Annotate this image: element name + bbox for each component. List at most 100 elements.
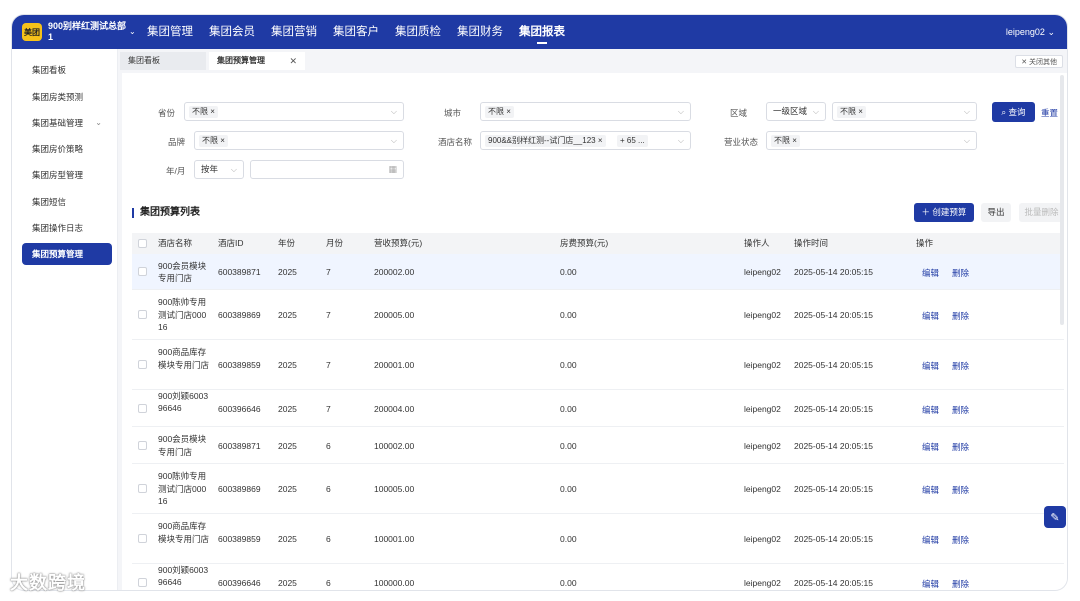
nav-item-3[interactable]: 集团客户 [325, 15, 387, 49]
table-row[interactable]: 900商品库存模块专用门店 600389859 2025 7 200001.00 0.00… [132, 340, 1064, 390]
sidebar-item-0[interactable]: 集团看板 [22, 59, 112, 81]
edit-link[interactable]: 编辑 [922, 267, 939, 279]
tab-dashboard[interactable]: 集团看板 [120, 52, 206, 70]
edit-link[interactable]: 编辑 [922, 310, 939, 322]
nav-item-0[interactable]: 集团管理 [139, 15, 201, 49]
operation-time-cell: 2025-05-14 20:05:15 [794, 484, 873, 494]
user-menu[interactable]: leipeng02 ⌄ [1006, 15, 1055, 49]
row-checkbox[interactable] [138, 360, 147, 369]
month-cell: 7 [326, 360, 331, 370]
delete-link[interactable]: 删除 [952, 534, 969, 546]
year-month-mode-select[interactable]: 按年 ⌵ [194, 160, 244, 179]
sidebar-item-4[interactable]: 集团房型管理 [22, 164, 112, 186]
edit-link[interactable]: 编辑 [922, 484, 939, 496]
close-icon[interactable]: × [220, 136, 225, 145]
revenue-budget-cell: 200005.00 [374, 310, 415, 320]
delete-link[interactable]: 删除 [952, 310, 969, 322]
chevron-down-icon[interactable]: ⌄ [95, 112, 102, 134]
row-checkbox[interactable] [138, 577, 147, 587]
delete-link[interactable]: 删除 [952, 484, 969, 496]
export-button[interactable]: 导出 [981, 203, 1011, 222]
close-icon[interactable]: × [792, 136, 797, 145]
sidebar-item-6[interactable]: 集团操作日志 [22, 217, 112, 239]
delete-link[interactable]: 删除 [952, 441, 969, 453]
edit-link[interactable]: 编辑 [922, 360, 939, 372]
reset-button[interactable]: 重置 [1041, 107, 1058, 119]
nav-item-6[interactable]: 集团报表 [511, 15, 573, 49]
row-checkbox[interactable] [138, 267, 147, 276]
sidebar-item-label: 集团短信 [32, 197, 67, 207]
sidebar-item-2[interactable]: 集团基础管理 ⌄ [22, 112, 112, 134]
row-checkbox[interactable] [138, 310, 147, 319]
edit-link[interactable]: 编辑 [922, 441, 939, 453]
main-nav: 集团管理 集团会员 集团营销 集团客户 集团质检 集团财务 集团报表 [139, 15, 573, 49]
region-level-select[interactable]: 一级区域 ⌵ [766, 102, 826, 121]
region-select[interactable]: 不限 × ⌵ [832, 102, 977, 121]
sidebar-item-label: 集团房价策略 [32, 144, 84, 154]
chevron-down-icon[interactable]: ⌄ [129, 27, 136, 36]
delete-link[interactable]: 删除 [952, 578, 969, 590]
table-row[interactable]: 900会员模块专用门店 600389871 2025 7 200002.00 0.00 le… [132, 254, 1064, 290]
brand-select[interactable]: 不限 × ⌵ [194, 131, 404, 150]
status-tag: 不限 × [771, 135, 800, 147]
date-picker[interactable]: ▦ [250, 160, 404, 179]
table-row[interactable]: 900刘颖600396646 600396646 2025 7 200004.00 0.0… [132, 390, 1064, 427]
feedback-icon[interactable]: ✎ [1044, 506, 1066, 528]
revenue-budget-cell: 200002.00 [374, 267, 415, 277]
room-budget-cell: 0.00 [560, 310, 577, 320]
create-budget-button[interactable]: ＋ 创建预算 [914, 203, 974, 222]
close-icon[interactable]: × [210, 107, 215, 116]
edit-link[interactable]: 编辑 [922, 404, 939, 416]
city-select[interactable]: 不限 × ⌵ [480, 102, 691, 121]
table-row[interactable]: 900刘颖600396646 600396646 2025 6 100000.00 0.0… [132, 564, 1064, 590]
hotel-more-tag[interactable]: + 65 ... [617, 135, 648, 147]
username[interactable]: leipeng02 [1006, 27, 1045, 37]
row-checkbox[interactable] [138, 484, 147, 493]
table-row[interactable]: 900会员模块专用门店 600389871 2025 6 100002.00 0.00 le… [132, 427, 1064, 464]
province-select[interactable]: 不限 × ⌵ [184, 102, 404, 121]
sidebar-item-1[interactable]: 集团房类预测 [22, 86, 112, 108]
row-checkbox[interactable] [138, 440, 147, 450]
select-all-checkbox[interactable] [138, 239, 147, 248]
nav-item-5[interactable]: 集团财务 [449, 15, 511, 49]
sidebar-item-7[interactable]: 集团预算管理 [22, 243, 112, 265]
nav-item-4[interactable]: 集团质检 [387, 15, 449, 49]
scrollbar[interactable] [1060, 75, 1064, 325]
column-header-4: 营收预算(元) [374, 238, 423, 248]
chevron-down-icon[interactable]: ⌄ [1047, 27, 1055, 37]
batch-delete-button[interactable]: 批量删除 [1019, 203, 1064, 222]
org-switcher[interactable]: 900别样红测试总部1 [48, 21, 128, 43]
operator-cell: leipeng02 [744, 360, 781, 370]
close-others-button[interactable]: ✕ 关闭其他 [1015, 55, 1063, 68]
month-cell: 7 [326, 267, 331, 277]
sidebar-item-3[interactable]: 集团房价策略 [22, 138, 112, 160]
table-row[interactable]: 900陈帅专用测试门店00016 600389869 2025 7 200005.00 0… [132, 290, 1064, 340]
nav-item-2[interactable]: 集团营销 [263, 15, 325, 49]
nav-item-1[interactable]: 集团会员 [201, 15, 263, 49]
row-checkbox[interactable] [138, 534, 147, 543]
hotel-name-select[interactable]: 900&&别样红测--试门店__123 × + 65 ... ⌵ [480, 131, 691, 150]
tab-budget-management[interactable]: 集团预算管理 ✕ [209, 52, 305, 70]
operation-time-cell: 2025-05-14 20:05:15 [794, 403, 873, 414]
close-icon[interactable]: ✕ [289, 52, 297, 70]
operation-time-cell: 2025-05-14 20:05:15 [794, 360, 873, 370]
table-row[interactable]: 900陈帅专用测试门店00016 600389869 2025 6 100005.00 0… [132, 464, 1064, 514]
close-icon[interactable]: × [858, 107, 863, 116]
business-status-select[interactable]: 不限 × ⌵ [766, 131, 977, 150]
row-checkbox[interactable] [138, 403, 147, 413]
table-row[interactable]: 900商品库存模块专用门店 600389859 2025 6 100001.00 0.00… [132, 514, 1064, 564]
room-budget-cell: 0.00 [560, 403, 577, 414]
edit-link[interactable]: 编辑 [922, 534, 939, 546]
delete-link[interactable]: 删除 [952, 267, 969, 279]
edit-link[interactable]: 编辑 [922, 578, 939, 590]
operator-cell: leipeng02 [744, 310, 781, 320]
year-cell: 2025 [278, 440, 297, 451]
delete-link[interactable]: 删除 [952, 360, 969, 372]
hotel-name-cell: 900商品库存模块专用门店 [158, 347, 210, 370]
search-icon: ⌕ [1001, 107, 1009, 117]
close-icon[interactable]: × [598, 136, 603, 145]
query-button[interactable]: ⌕ 查询 [992, 102, 1035, 122]
sidebar-item-5[interactable]: 集团短信 [22, 191, 112, 213]
close-icon[interactable]: × [506, 107, 511, 116]
delete-link[interactable]: 删除 [952, 404, 969, 416]
